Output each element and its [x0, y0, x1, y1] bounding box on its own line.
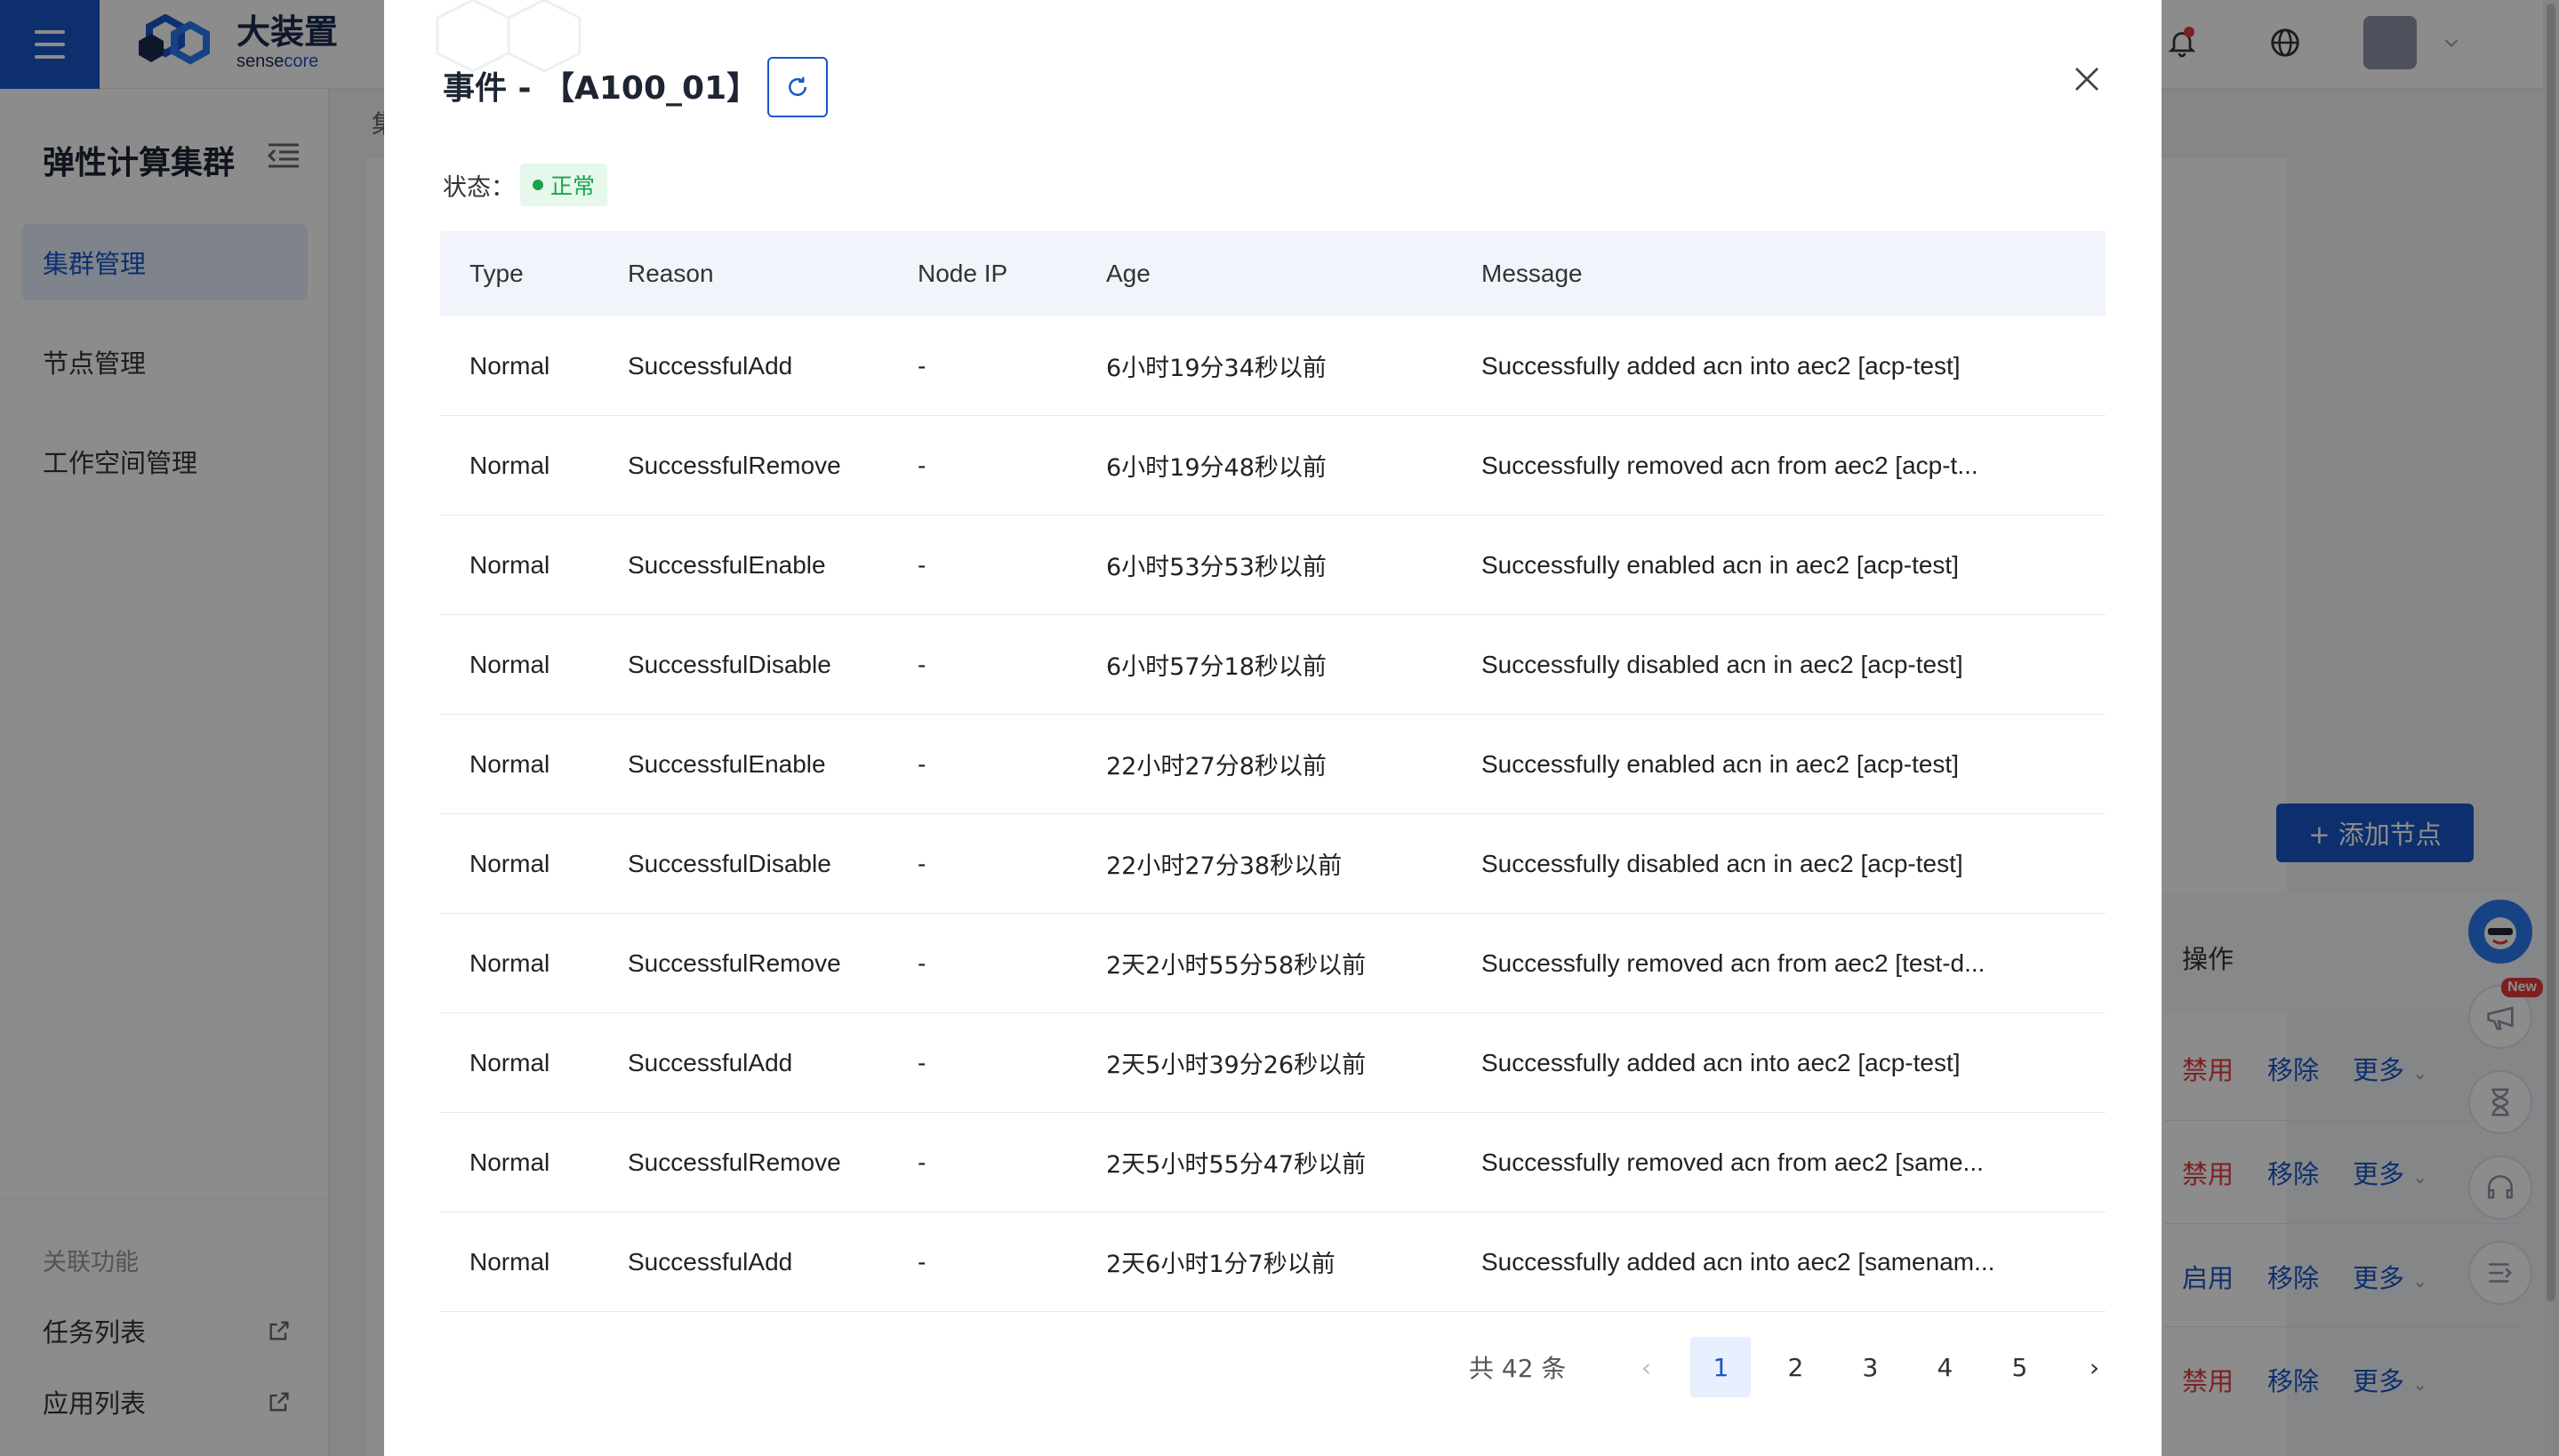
cell-reason: SuccessfulRemove: [628, 948, 841, 977]
cell-node-ip: -: [918, 948, 927, 977]
cell-type: Normal: [469, 1148, 550, 1176]
column-header-reason: Reason: [628, 260, 714, 287]
cell-type: Normal: [469, 849, 550, 877]
cell-reason: SuccessfulRemove: [628, 451, 841, 479]
cell-node-ip: -: [918, 1048, 927, 1076]
table-row: Normal SuccessfulRemove - 2天5小时55分47秒以前 Succ…: [440, 1113, 2106, 1212]
cell-age: 2天5小时55分47秒以前: [1106, 1151, 1367, 1179]
cell-reason: SuccessfulDisable: [628, 650, 831, 678]
page-button-3[interactable]: 3: [1840, 1337, 1900, 1397]
pagination-total: 共 42 条: [1469, 1354, 1567, 1383]
cell-message: Successfully disabled acn in aec2 [acp-t…: [1481, 849, 1963, 877]
prev-page-button[interactable]: ‹: [1616, 1337, 1676, 1397]
cell-type: Normal: [469, 1048, 550, 1076]
cell-reason: SuccessfulDisable: [628, 849, 831, 877]
cell-age: 6小时53分53秒以前: [1106, 554, 1327, 581]
table-row: Normal SuccessfulEnable - 6小时53分53秒以前 Succes…: [440, 516, 2106, 615]
refresh-button[interactable]: [767, 57, 828, 117]
cell-age: 6小时19分34秒以前: [1106, 355, 1327, 382]
table-row: Normal SuccessfulDisable - 6小时57分18秒以前 Succe…: [440, 615, 2106, 715]
page-button-1[interactable]: 1: [1690, 1337, 1752, 1397]
events-modal: 事件 - 【A100_01】 状态： 正常 Type Reason Node I…: [384, 0, 2162, 1456]
cell-reason: SuccessfulAdd: [628, 351, 793, 380]
cell-node-ip: -: [918, 849, 927, 877]
page-button-4[interactable]: 4: [1914, 1337, 1975, 1397]
cell-age: 22小时27分8秒以前: [1106, 753, 1327, 780]
cell-type: Normal: [469, 550, 550, 579]
cell-reason: SuccessfulAdd: [628, 1247, 793, 1276]
table-header: Type Reason Node IP Age Message: [440, 231, 2106, 316]
cell-node-ip: -: [918, 1148, 927, 1176]
column-header-node-ip: Node IP: [918, 260, 1008, 287]
cell-reason: SuccessfulRemove: [628, 1148, 841, 1176]
cell-reason: SuccessfulAdd: [628, 1048, 793, 1076]
table-row: Normal SuccessfulAdd - 2天6小时1分7秒以前 Successfu…: [440, 1212, 2106, 1312]
cell-type: Normal: [469, 1247, 550, 1276]
cell-type: Normal: [469, 451, 550, 479]
cell-message: Successfully added acn into aec2 [acp-te…: [1481, 1048, 1961, 1076]
modal-title: 事件 - 【A100_01】: [443, 70, 759, 107]
table-row: Normal SuccessfulAdd - 6小时19分34秒以前 Successfu…: [440, 316, 2106, 416]
cell-message: Successfully removed acn from aec2 [acp-…: [1481, 451, 1978, 479]
cell-message: Successfully added acn into aec2 [acp-te…: [1481, 351, 1961, 380]
table-row: Normal SuccessfulRemove - 6小时19分48秒以前 Succes…: [440, 416, 2106, 516]
cell-message: Successfully removed acn from aec2 [test…: [1481, 948, 1985, 977]
events-table: Type Reason Node IP Age Message Normal Su…: [440, 231, 2106, 1312]
page-button-5[interactable]: 5: [1989, 1337, 2050, 1397]
cell-node-ip: -: [918, 650, 927, 678]
cell-message: Successfully enabled acn in aec2 [acp-te…: [1481, 749, 1959, 778]
cell-type: Normal: [469, 650, 550, 678]
next-page-button[interactable]: ›: [2064, 1337, 2124, 1397]
close-icon: [2075, 68, 2098, 91]
column-header-type: Type: [469, 260, 524, 287]
cell-reason: SuccessfulEnable: [628, 749, 826, 778]
cell-reason: SuccessfulEnable: [628, 550, 826, 579]
table-row: Normal SuccessfulEnable - 22小时27分8秒以前 Succes…: [440, 715, 2106, 814]
cell-node-ip: -: [918, 451, 927, 479]
table-row: Normal SuccessfulDisable - 22小时27分38秒以前 Succ…: [440, 814, 2106, 914]
pagination: 共 42 条 ‹ 1 2 3 4 5 ›: [1469, 1337, 2124, 1397]
page-button-2[interactable]: 2: [1765, 1337, 1825, 1397]
cell-type: Normal: [469, 749, 550, 778]
cell-age: 22小时27分38秒以前: [1106, 852, 1343, 880]
refresh-icon: [789, 76, 806, 96]
status-badge: 正常: [520, 164, 608, 206]
cell-message: Successfully added acn into aec2 [samena…: [1481, 1247, 1995, 1276]
cell-node-ip: -: [918, 351, 927, 380]
column-header-message: Message: [1481, 260, 1583, 287]
cell-message: Successfully removed acn from aec2 [same…: [1481, 1148, 1984, 1176]
status-label: 状态：: [443, 173, 515, 202]
cell-type: Normal: [469, 948, 550, 977]
cell-node-ip: -: [918, 749, 927, 778]
table-row: Normal SuccessfulRemove - 2天2小时55分58秒以前 Succ…: [440, 914, 2106, 1013]
table-row: Normal SuccessfulAdd - 2天5小时39分26秒以前 Success…: [440, 1013, 2106, 1113]
cell-message: Successfully enabled acn in aec2 [acp-te…: [1481, 550, 1959, 579]
cell-node-ip: -: [918, 1247, 927, 1276]
cell-node-ip: -: [918, 550, 927, 579]
cell-age: 2天2小时55分58秒以前: [1106, 952, 1367, 980]
cell-age: 6小时19分48秒以前: [1106, 454, 1327, 482]
status-value: 正常: [550, 173, 596, 199]
close-button[interactable]: [2065, 57, 2109, 101]
cell-type: Normal: [469, 351, 550, 380]
table-body: Normal SuccessfulAdd - 6小时19分34秒以前 Successfu…: [440, 316, 2106, 1312]
cell-age: 6小时57分18秒以前: [1106, 653, 1327, 681]
cell-age: 2天5小时39分26秒以前: [1106, 1052, 1367, 1079]
cell-message: Successfully disabled acn in aec2 [acp-t…: [1481, 650, 1963, 678]
status-row: 状态： 正常: [443, 164, 608, 206]
column-header-age: Age: [1106, 260, 1151, 287]
cell-age: 2天6小时1分7秒以前: [1106, 1251, 1336, 1278]
status-dot: [533, 180, 543, 190]
